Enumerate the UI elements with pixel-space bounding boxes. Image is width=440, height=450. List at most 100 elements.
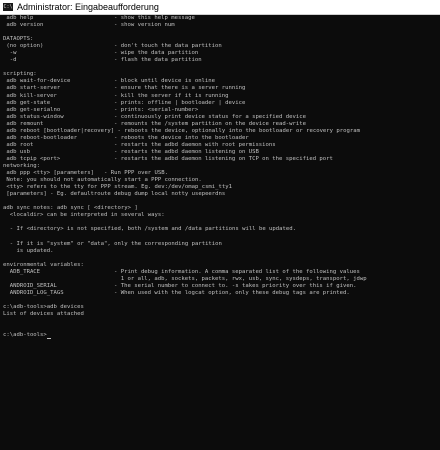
- console-line-text: environmental variables:: [3, 261, 84, 268]
- console-line: 1 or all, adb, sockets, packets, rwx, us…: [3, 276, 440, 283]
- console-line: c:\adb-tools>adb devices: [3, 304, 440, 311]
- console-icon: C:\: [3, 3, 13, 11]
- console-line: adb remount - remounts the /system partit…: [3, 121, 440, 128]
- command-prompt-window: C:\ Administrator: Eingabeaufforderung a…: [0, 0, 440, 450]
- console-line-text: ADB_TRACE: [3, 268, 41, 275]
- console-line: adb ppp <tty> [parameters] - Run PPP ove…: [3, 170, 440, 177]
- console-line-text: ANDROID_SERIAL: [3, 282, 57, 289]
- console-line-text: adb wait-for-device: [3, 78, 71, 85]
- console-line-text: scripting:: [3, 71, 37, 78]
- console-output[interactable]: adb help - show this help message adb ver…: [0, 15, 440, 450]
- console-line: adb status-window - continuously print de…: [3, 114, 440, 121]
- console-line-text: c:\adb-tools>: [3, 332, 47, 339]
- console-line-text: adb version: [3, 22, 44, 29]
- console-line-text: adb ppp <tty> [parameters] - Run PPP ove…: [3, 170, 169, 177]
- console-line-description: 1 or all, adb, sockets, packets, rwx, us…: [114, 275, 367, 282]
- console-line-text: is updated.: [3, 247, 54, 254]
- console-line-description: - reboots the device into the bootloader: [114, 134, 249, 141]
- console-line-description: - show version num: [114, 22, 175, 29]
- console-line-description: - don't touch the data partition: [114, 43, 222, 50]
- console-line: adb sync notes: adb sync [ <directory> ]: [3, 205, 440, 212]
- console-line: networking:: [3, 163, 440, 170]
- console-line: adb version - show version num: [3, 22, 440, 29]
- console-line-text: adb kill-server: [3, 92, 57, 99]
- console-line-description: - Print debug information. A comma separ…: [114, 268, 360, 275]
- console-line-description: - show this help message: [114, 15, 195, 21]
- console-line-description: - remounts the /system partition on the …: [114, 120, 306, 127]
- console-line: - If <directory> is not specified, both …: [3, 226, 440, 233]
- console-line-description: - When used with the logcat option, only…: [114, 289, 350, 296]
- console-line-description: - wipe the data partition: [114, 50, 199, 57]
- console-line: -w - wipe the data partition: [3, 50, 440, 57]
- console-line: adb wait-for-device - block until device …: [3, 78, 440, 85]
- console-line-text: <tty> refers to the tty for PPP stream. …: [3, 184, 233, 191]
- console-line: ANDROID_LOG_TAGS - When used with the log…: [3, 290, 440, 297]
- console-line: List of devices attached: [3, 311, 440, 318]
- console-line: Note: you should not automatically start…: [3, 177, 440, 184]
- console-line-text: adb sync notes: adb sync [ <directory> ]: [3, 205, 138, 212]
- console-line-text: - If <directory> is not specified, both …: [3, 226, 296, 233]
- console-line-text: - If it is "system" or "data", only the …: [3, 240, 222, 247]
- console-line-description: - ensure that there is a server running: [114, 85, 246, 92]
- console-line: adb usb - restarts the adbd daemon listen…: [3, 149, 440, 156]
- console-line: DATAOPTS:: [3, 36, 440, 43]
- console-line-text: (no option): [3, 43, 44, 50]
- console-line: adb kill-server - kill the server if it i…: [3, 93, 440, 100]
- console-line: adb tcpip <port> - restarts the adbd daem…: [3, 156, 440, 163]
- console-line-text: DATAOPTS:: [3, 36, 34, 43]
- console-line-text: adb status-window: [3, 113, 64, 120]
- console-line-description: - The serial number to connect to. -s ta…: [114, 282, 357, 289]
- console-line: ANDROID_SERIAL - The serial number to con…: [3, 283, 440, 290]
- console-line-text: adb tcpip <port>: [3, 155, 61, 162]
- console-line-text: [parameters] - Eg. defaultroute debug du…: [3, 191, 226, 198]
- console-line-text: adb reboot [bootloader|recovery] - reboo…: [3, 127, 360, 134]
- console-line-text: ANDROID_LOG_TAGS: [3, 289, 64, 296]
- console-line-description: - prints: offline | bootloader | device: [114, 99, 246, 106]
- console-line: - If it is "system" or "data", only the …: [3, 241, 440, 248]
- console-line: scripting:: [3, 71, 440, 78]
- console-line-text: -w: [3, 50, 17, 57]
- console-line: <tty> refers to the tty for PPP stream. …: [3, 184, 440, 191]
- console-line: adb reboot-bootloader - reboots the devic…: [3, 135, 440, 142]
- console-line-text: <localdir> can be interpreted in several…: [3, 212, 165, 219]
- console-line-description: - flash the data partition: [114, 57, 202, 64]
- text-cursor: [46, 338, 51, 340]
- console-line: adb help - show this help message: [3, 15, 440, 22]
- console-line-description: - continuously print device status for a…: [114, 113, 306, 120]
- console-line-text: adb get-serialno: [3, 106, 61, 113]
- console-line-description: - kill the server if it is running: [114, 92, 229, 99]
- console-line-text: adb start-server: [3, 85, 61, 92]
- console-line-text: Note: you should not automatically start…: [3, 177, 202, 184]
- console-line-text: List of devices attached: [3, 310, 84, 317]
- console-line: <localdir> can be interpreted in several…: [3, 212, 440, 219]
- console-line: adb root - restarts the adbd daemon with …: [3, 142, 440, 149]
- console-line-text: adb help: [3, 15, 34, 21]
- console-line-text: c:\adb-tools>adb devices: [3, 303, 84, 310]
- console-line: environmental variables:: [3, 262, 440, 269]
- console-line: [parameters] - Eg. defaultroute debug du…: [3, 191, 440, 198]
- console-line-text: adb get-state: [3, 99, 51, 106]
- window-title: Administrator: Eingabeaufforderung: [17, 2, 159, 12]
- console-line-text: networking:: [3, 162, 41, 169]
- console-line: adb start-server - ensure that there is a…: [3, 85, 440, 92]
- console-line-text: adb reboot-bootloader: [3, 134, 78, 141]
- console-line: (no option) - don't touch the data partit…: [3, 43, 440, 50]
- console-line: adb reboot [bootloader|recovery] - reboo…: [3, 128, 440, 135]
- console-line: adb get-serialno - prints: <serial-number…: [3, 107, 440, 114]
- console-line: -d - flash the data partition: [3, 57, 440, 64]
- console-line: ADB_TRACE - Print debug information. A co…: [3, 269, 440, 276]
- console-line-description: - restarts the adbd daemon listening on …: [114, 155, 333, 162]
- console-line-text: adb remount: [3, 120, 44, 127]
- console-line-text: adb usb: [3, 148, 30, 155]
- title-bar[interactable]: C:\ Administrator: Eingabeaufforderung: [0, 0, 440, 15]
- console-line-description: - restarts the adbd daemon listening on …: [114, 148, 259, 155]
- console-line-description: - prints: <serial-number>: [114, 106, 199, 113]
- console-line-text: adb root: [3, 141, 34, 148]
